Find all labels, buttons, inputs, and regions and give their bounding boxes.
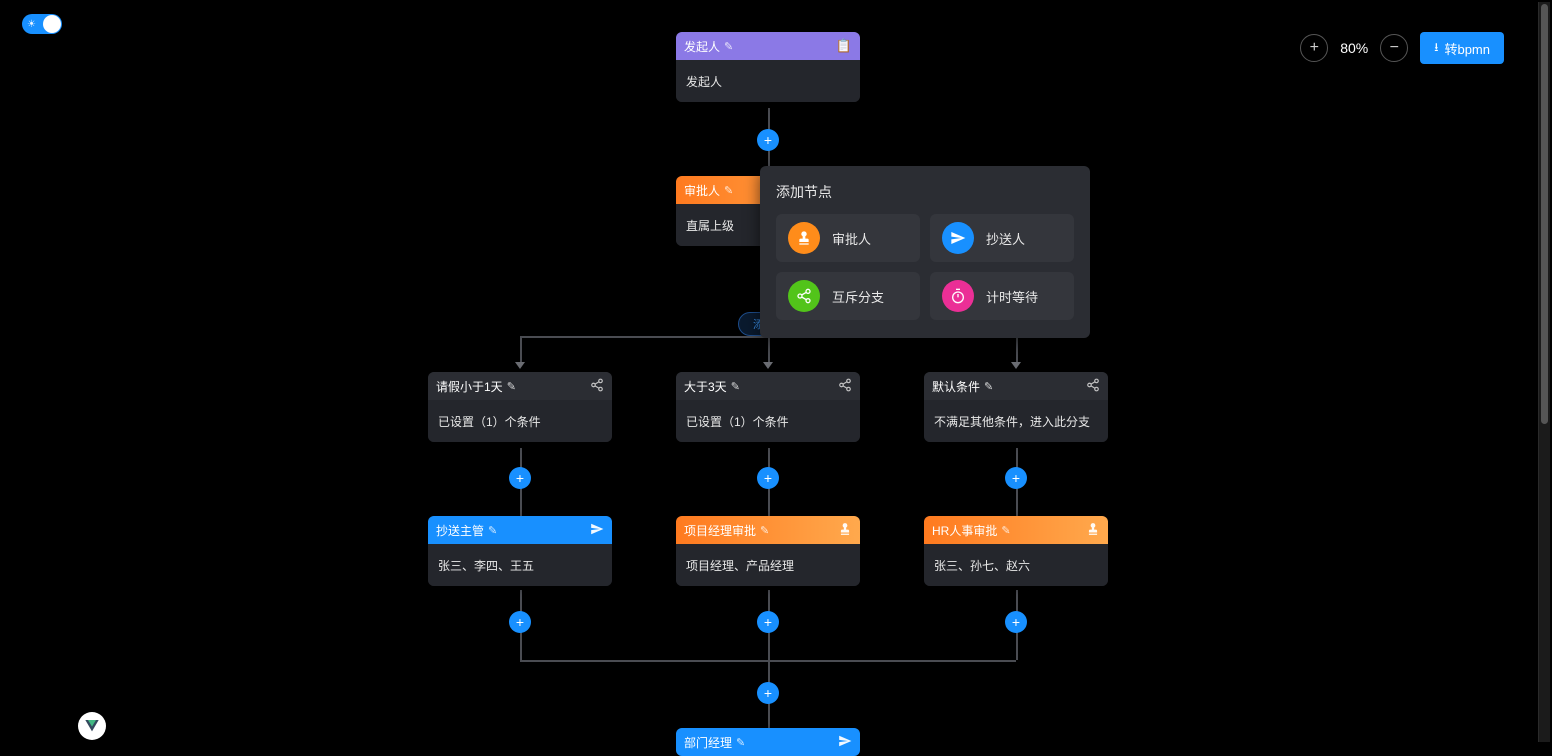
- edit-icon[interactable]: ✎: [984, 380, 993, 393]
- popover-option-timer-wait[interactable]: 计时等待: [930, 272, 1074, 320]
- node-header: 请假小于1天 ✎: [428, 372, 612, 400]
- node-dept-manager[interactable]: 部门经理 ✎: [676, 728, 860, 756]
- node-initiator[interactable]: 发起人 ✎ 📋 发起人: [676, 32, 860, 102]
- add-plus-button[interactable]: +: [1005, 611, 1027, 633]
- edit-icon[interactable]: ✎: [736, 736, 745, 749]
- flow-canvas[interactable]: 发起人 ✎ 📋 发起人 + 审批人 ✎ 直属上级 添加条件 请假小于1天 ✎: [0, 0, 1552, 744]
- node-title: 部门经理: [684, 734, 732, 751]
- toggle-knob: [43, 15, 61, 33]
- option-label: 互斥分支: [832, 287, 884, 306]
- node-title: 抄送主管: [436, 522, 484, 539]
- node-body: 已设置（1）个条件: [428, 400, 612, 442]
- connector: [1016, 336, 1018, 364]
- connector: [768, 336, 770, 364]
- node-body: 已设置（1）个条件: [676, 400, 860, 442]
- node-body: 不满足其他条件，进入此分支: [924, 400, 1108, 442]
- node-hr-approval[interactable]: HR人事审批 ✎ 张三、孙七、赵六: [924, 516, 1108, 586]
- send-icon: [942, 222, 974, 254]
- stamp-icon: [788, 222, 820, 254]
- edit-icon[interactable]: ✎: [1001, 524, 1010, 537]
- node-cc[interactable]: 抄送主管 ✎ 张三、李四、王五: [428, 516, 612, 586]
- edit-icon[interactable]: ✎: [731, 380, 740, 393]
- node-body: 项目经理、产品经理: [676, 544, 860, 586]
- send-icon: [838, 734, 852, 751]
- stopwatch-icon: [942, 280, 974, 312]
- node-header: 抄送主管 ✎: [428, 516, 612, 544]
- send-icon: [590, 522, 604, 539]
- option-label: 计时等待: [986, 287, 1038, 306]
- add-plus-button[interactable]: +: [1005, 467, 1027, 489]
- export-label: 转bpmn: [1444, 39, 1490, 58]
- option-label: 抄送人: [986, 229, 1025, 248]
- add-node-popover[interactable]: 添加节点 审批人 抄送人 互斥分支: [760, 166, 1090, 338]
- vue-badge[interactable]: [78, 712, 106, 740]
- node-title: 默认条件: [932, 378, 980, 395]
- node-title: 审批人: [684, 182, 720, 199]
- popover-title: 添加节点: [776, 182, 1074, 202]
- scrollbar[interactable]: [1538, 2, 1550, 742]
- add-plus-button[interactable]: +: [757, 682, 779, 704]
- share-icon: [838, 378, 852, 395]
- arrow-icon: [1011, 362, 1021, 369]
- stamp-icon: [838, 522, 852, 539]
- clipboard-icon: 📋: [836, 38, 852, 54]
- node-condition-1[interactable]: 请假小于1天 ✎ 已设置（1）个条件: [428, 372, 612, 442]
- edit-icon[interactable]: ✎: [724, 184, 733, 197]
- popover-option-approver[interactable]: 审批人: [776, 214, 920, 262]
- stamp-icon: [1086, 522, 1100, 539]
- zoom-out-button[interactable]: −: [1380, 34, 1408, 62]
- share-icon: [788, 280, 820, 312]
- node-header: 默认条件 ✎: [924, 372, 1108, 400]
- add-plus-button[interactable]: +: [509, 467, 531, 489]
- theme-toggle[interactable]: ☀: [22, 14, 62, 34]
- sun-icon: ☀: [27, 19, 36, 30]
- download-icon: ⭳: [1434, 38, 1438, 59]
- share-icon: [590, 378, 604, 395]
- popover-option-exclusive-branch[interactable]: 互斥分支: [776, 272, 920, 320]
- popover-option-cc[interactable]: 抄送人: [930, 214, 1074, 262]
- connector: [520, 336, 522, 364]
- node-header: HR人事审批 ✎: [924, 516, 1108, 544]
- node-pm-approval[interactable]: 项目经理审批 ✎ 项目经理、产品经理: [676, 516, 860, 586]
- option-label: 审批人: [832, 229, 871, 248]
- export-bpmn-button[interactable]: ⭳ 转bpmn: [1420, 32, 1504, 64]
- add-plus-button[interactable]: +: [757, 129, 779, 151]
- arrow-icon: [763, 362, 773, 369]
- node-body: 发起人: [676, 60, 860, 102]
- zoom-level: 80%: [1340, 40, 1368, 56]
- add-plus-button[interactable]: +: [757, 467, 779, 489]
- node-title: 发起人: [684, 38, 720, 55]
- add-plus-button[interactable]: +: [757, 611, 779, 633]
- node-condition-2[interactable]: 大于3天 ✎ 已设置（1）个条件: [676, 372, 860, 442]
- edit-icon[interactable]: ✎: [760, 524, 769, 537]
- zoom-in-button[interactable]: +: [1300, 34, 1328, 62]
- node-header: 项目经理审批 ✎: [676, 516, 860, 544]
- node-body: 张三、孙七、赵六: [924, 544, 1108, 586]
- edit-icon[interactable]: ✎: [724, 40, 733, 53]
- edit-icon[interactable]: ✎: [488, 524, 497, 537]
- node-title: 大于3天: [684, 378, 727, 395]
- node-title: 项目经理审批: [684, 522, 756, 539]
- scrollbar-thumb[interactable]: [1541, 4, 1548, 424]
- node-header: 发起人 ✎ 📋: [676, 32, 860, 60]
- node-header: 大于3天 ✎: [676, 372, 860, 400]
- share-icon: [1086, 378, 1100, 395]
- node-condition-3[interactable]: 默认条件 ✎ 不满足其他条件，进入此分支: [924, 372, 1108, 442]
- add-plus-button[interactable]: +: [509, 611, 531, 633]
- node-header: 部门经理 ✎: [676, 728, 860, 756]
- node-title: HR人事审批: [932, 522, 997, 539]
- connector: [520, 660, 1016, 662]
- edit-icon[interactable]: ✎: [507, 380, 516, 393]
- arrow-icon: [515, 362, 525, 369]
- top-controls: + 80% − ⭳ 转bpmn: [1300, 32, 1504, 64]
- node-body: 张三、李四、王五: [428, 544, 612, 586]
- node-title: 请假小于1天: [436, 378, 503, 395]
